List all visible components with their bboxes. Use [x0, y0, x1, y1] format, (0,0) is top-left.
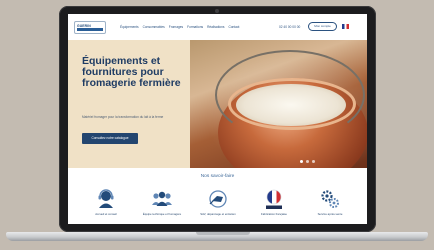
menu-item-fromages[interactable]: Fromages: [169, 24, 183, 30]
slider-dots: [300, 160, 315, 163]
hero-title: Équipements et fournitures pour fromager…: [82, 55, 181, 89]
slider-dot-3[interactable]: [312, 160, 315, 163]
feature-label: Fabrication française: [261, 212, 287, 216]
feature-label: Accueil et conseil: [95, 212, 117, 216]
top-navigation: GUERIN Équipements Consommables Fromages…: [68, 14, 367, 41]
menu-item-equipements[interactable]: Équipements: [120, 24, 139, 30]
france-flag-icon: [266, 189, 282, 209]
site-logo[interactable]: GUERIN: [74, 21, 106, 34]
slider-dot-2[interactable]: [306, 160, 309, 163]
menu-item-realisations[interactable]: Réalisations: [207, 24, 224, 30]
menu-item-contact[interactable]: Contact: [228, 24, 239, 30]
camera-dot: [215, 9, 219, 13]
hero-description: Matériel fromager pour la transformation…: [82, 115, 164, 119]
menu-item-formations[interactable]: Formations: [187, 24, 203, 30]
website-screen: GUERIN Équipements Consommables Fromages…: [68, 14, 367, 224]
features-row: Accueil et conseil Équipe technique et f…: [84, 188, 354, 224]
slider-dot-1[interactable]: [300, 160, 303, 163]
cauldron-handle: [215, 50, 365, 140]
account-button[interactable]: Mon compte: [308, 22, 337, 31]
menu-item-consommables[interactable]: Consommables: [143, 24, 165, 30]
phone-number[interactable]: 02 40 00 00 00: [279, 24, 300, 30]
main-menu: Équipements Consommables Fromages Format…: [120, 24, 239, 30]
laptop-lid: GUERIN Équipements Consommables Fromages…: [59, 6, 376, 232]
logo-bar: [77, 28, 103, 31]
language-flag-icon[interactable]: [342, 24, 349, 29]
hero-banner: Équipements et fournitures pour fromager…: [68, 40, 367, 168]
feature-item[interactable]: SAV, dépannage et entretien: [196, 188, 240, 224]
feature-label: SAV, dépannage et entretien: [200, 212, 236, 216]
delivery-icon: [209, 190, 227, 208]
feature-item[interactable]: Fabrication française: [252, 188, 296, 224]
team-icon: [152, 191, 172, 206]
feature-label: Service après-vente: [317, 212, 343, 216]
feature-item[interactable]: Service après-vente: [308, 188, 352, 224]
catalogue-button[interactable]: Consultez notre catalogue: [82, 133, 138, 144]
laptop-notch: [196, 232, 250, 235]
laptop-base: [6, 232, 428, 241]
headset-icon: [98, 189, 114, 208]
feature-item[interactable]: Accueil et conseil: [84, 188, 128, 224]
feature-item[interactable]: Équipe technique et fromagère: [140, 188, 184, 224]
section-title: Nos savoir-faire: [200, 174, 235, 179]
gears-icon: [321, 190, 339, 208]
feature-label: Équipe technique et fromagère: [142, 212, 182, 216]
